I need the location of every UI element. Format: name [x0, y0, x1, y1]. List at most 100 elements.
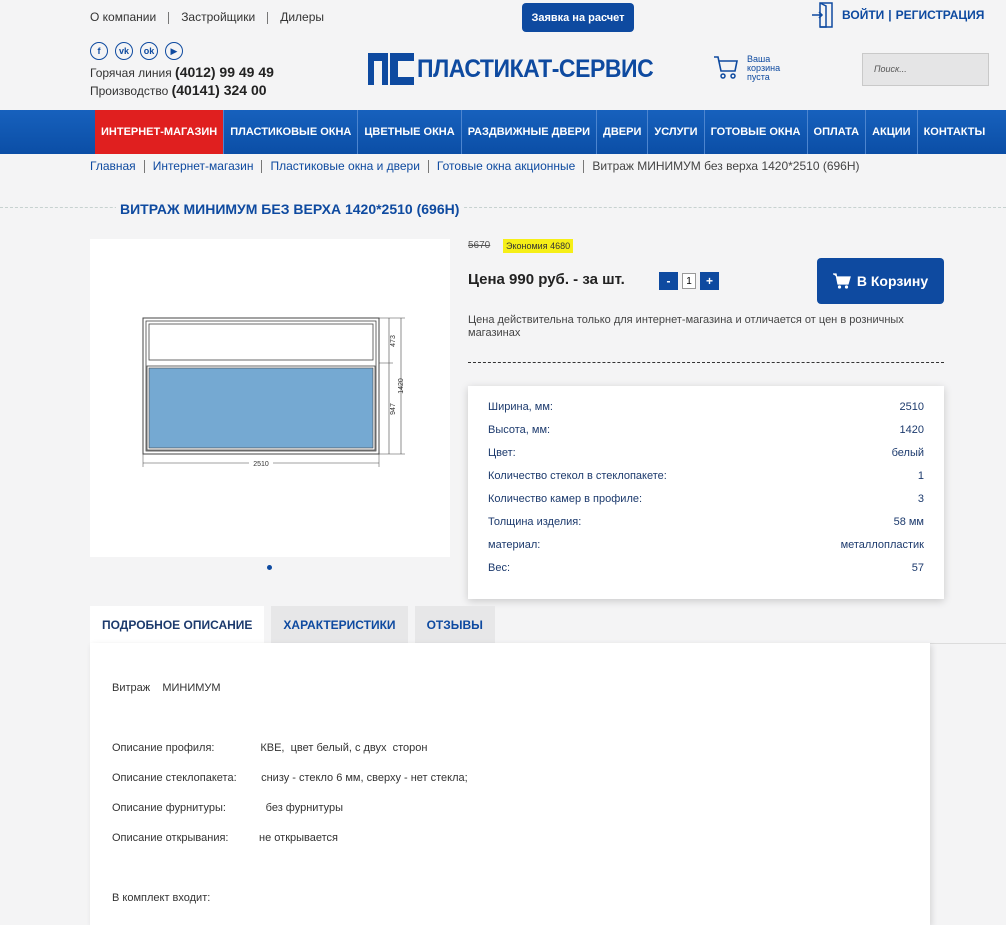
breadcrumb-home[interactable]: Главная	[90, 159, 136, 173]
hotline-label: Горячая линия	[90, 66, 172, 80]
divider	[267, 12, 269, 24]
hotline-number[interactable]: (4012) 99 49 49	[175, 64, 274, 80]
search-input[interactable]: Поиск...	[862, 53, 989, 86]
request-quote-button[interactable]: Заявка на расчет	[522, 3, 634, 32]
cart-status: Ваша корзина пуста	[747, 54, 781, 82]
production-label: Производство	[90, 84, 169, 98]
page-title: ВИТРАЖ МИНИМУМ БЕЗ ВЕРХА 1420*2510 (696Н…	[116, 201, 464, 217]
cart-icon	[832, 273, 851, 289]
spec-label: Вес:	[488, 562, 511, 574]
tab-description[interactable]: ПОДРОБНОЕ ОПИСАНИЕ	[90, 606, 265, 643]
nav-plastic-windows[interactable]: ПЛАСТИКОВЫЕ ОКНА	[224, 110, 359, 154]
link-about[interactable]: О компании	[90, 10, 156, 24]
spec-value: 1420	[899, 424, 924, 436]
spec-label: Ширина, мм:	[488, 401, 553, 413]
breadcrumb-current: Витраж МИНИМУМ без верха 1420*2510 (696Н…	[592, 159, 860, 173]
description-panel: Витраж МИНИМУМ Описание профиля: КВЕ, цв…	[90, 643, 930, 925]
description-line: В комплект входит:	[112, 892, 211, 904]
quantity-stepper: - +	[659, 272, 719, 290]
window-drawing: 2510 473 947 1420	[142, 317, 405, 468]
nav-sliding-doors[interactable]: РАЗДВИЖНЫЕ ДВЕРИ	[462, 110, 597, 154]
divider	[168, 12, 170, 24]
link-dealers[interactable]: Дилеры	[280, 10, 324, 24]
divider	[468, 362, 944, 363]
register-link[interactable]: РЕГИСТРАЦИЯ	[896, 8, 985, 22]
spec-row: Толщина изделия: 58 мм	[488, 516, 924, 539]
vk-icon[interactable]: vk	[115, 42, 133, 60]
price-note: Цена действительна только для интернет-м…	[468, 314, 904, 339]
add-to-cart-label: В Корзину	[856, 273, 929, 289]
divider	[143, 159, 145, 173]
nav-promotions[interactable]: АКЦИИ	[866, 110, 918, 154]
nav-services[interactable]: УСЛУГИ	[648, 110, 705, 154]
spec-row: Высота, мм: 1420	[488, 424, 924, 447]
login-link[interactable]: ВОЙТИ	[842, 8, 884, 22]
production-number[interactable]: (40141) 324 00	[172, 82, 267, 98]
main-nav: ИНТЕРНЕТ-МАГАЗИН ПЛАСТИКОВЫЕ ОКНА ЦВЕТНЫ…	[0, 110, 1006, 154]
nav-ready-windows[interactable]: ГОТОВЫЕ ОКНА	[705, 110, 808, 154]
divider	[261, 159, 263, 173]
youtube-icon[interactable]: ▶	[165, 42, 183, 60]
description-line: Описание стеклопакета: снизу - стекло 6 …	[112, 772, 468, 784]
spec-value: 1	[917, 470, 924, 482]
description-line: Описание профиля: КВЕ, цвет белый, с дву…	[112, 742, 428, 754]
spec-row: материал: металлопластик	[488, 539, 924, 562]
add-to-cart-button[interactable]: В Корзину	[817, 258, 944, 304]
economy-badge: Экономия 4680	[503, 239, 574, 253]
nav-online-store[interactable]: ИНТЕРНЕТ-МАГАЗИН	[95, 110, 225, 154]
nav-color-windows[interactable]: ЦВЕТНЫЕ ОКНА	[358, 110, 462, 154]
tab-characteristics[interactable]: ХАРАКТЕРИСТИКИ	[271, 606, 408, 643]
spec-row: Количество стекол в стеклопакете: 1	[488, 470, 924, 493]
price: Цена 990 руб. - за шт.	[468, 271, 625, 288]
logo-text: ПЛАСТИКАТ-СЕРВИС	[417, 54, 654, 83]
spec-label: материал:	[488, 539, 541, 551]
breadcrumb-windows-doors[interactable]: Пластиковые окна и двери	[270, 159, 419, 173]
breadcrumb-store[interactable]: Интернет-магазин	[153, 159, 254, 173]
divider	[427, 159, 429, 173]
spec-row: Ширина, мм: 2510	[488, 401, 924, 424]
spec-label: Высота, мм:	[488, 424, 551, 436]
drawing-height-label: 1420	[398, 378, 405, 394]
spec-value: 2510	[899, 401, 924, 413]
gallery-dot[interactable]	[267, 565, 272, 570]
drawing-bottom-label: 947	[390, 403, 397, 415]
phones: Горячая линия (4012) 99 49 49 Производст…	[90, 64, 274, 100]
spec-label: Количество стекол в стеклопакете:	[488, 470, 667, 482]
logo-mark-icon	[368, 53, 414, 85]
nav-doors[interactable]: ДВЕРИ	[597, 110, 649, 154]
nav-contacts[interactable]: КОНТАКТЫ	[918, 110, 992, 154]
qty-minus-button[interactable]: -	[659, 272, 678, 290]
divider	[583, 159, 585, 173]
login-separator: |	[888, 8, 892, 22]
spec-label: Количество камер в профиле:	[488, 493, 643, 505]
drawing-width-label: 2510	[253, 461, 269, 468]
login-door-icon	[812, 2, 833, 28]
spec-value: 57	[911, 562, 924, 574]
header-cart[interactable]: Ваша корзина пуста	[713, 54, 797, 82]
site-logo[interactable]: ПЛАСТИКАТ-СЕРВИС	[368, 53, 674, 85]
drawing-top-label: 473	[390, 335, 397, 347]
spec-label: Толщина изделия:	[488, 516, 582, 528]
link-developers[interactable]: Застройщики	[181, 10, 255, 24]
spec-value: 3	[917, 493, 924, 505]
description-line: Витраж МИНИМУМ	[112, 682, 221, 694]
spec-label: Цвет:	[488, 447, 516, 459]
tab-reviews[interactable]: ОТЗЫВЫ	[414, 606, 495, 643]
breadcrumb: Главная Интернет-магазин Пластиковые окн…	[90, 159, 860, 173]
facebook-icon[interactable]: f	[90, 42, 108, 60]
odnoklassniki-icon[interactable]: ok	[140, 42, 158, 60]
spec-row: Вес: 57	[488, 562, 924, 585]
qty-plus-button[interactable]: +	[700, 272, 719, 290]
spec-row: Количество камер в профиле: 3	[488, 493, 924, 516]
top-links: О компании Застройщики Дилеры	[90, 10, 324, 24]
spec-value: 58 мм	[893, 516, 924, 528]
social-links: f vk ok ▶	[90, 42, 183, 60]
product-image[interactable]: 2510 473 947 1420	[90, 239, 450, 557]
qty-input[interactable]	[682, 273, 696, 289]
login-area: ВОЙТИ | РЕГИСТРАЦИЯ	[812, 2, 984, 28]
breadcrumb-promo-windows[interactable]: Готовые окна акционные	[437, 159, 575, 173]
nav-payment[interactable]: ОПЛАТА	[808, 110, 867, 154]
cart-icon	[714, 56, 738, 79]
spec-value: белый	[891, 447, 924, 459]
old-price: 5670	[468, 240, 491, 251]
